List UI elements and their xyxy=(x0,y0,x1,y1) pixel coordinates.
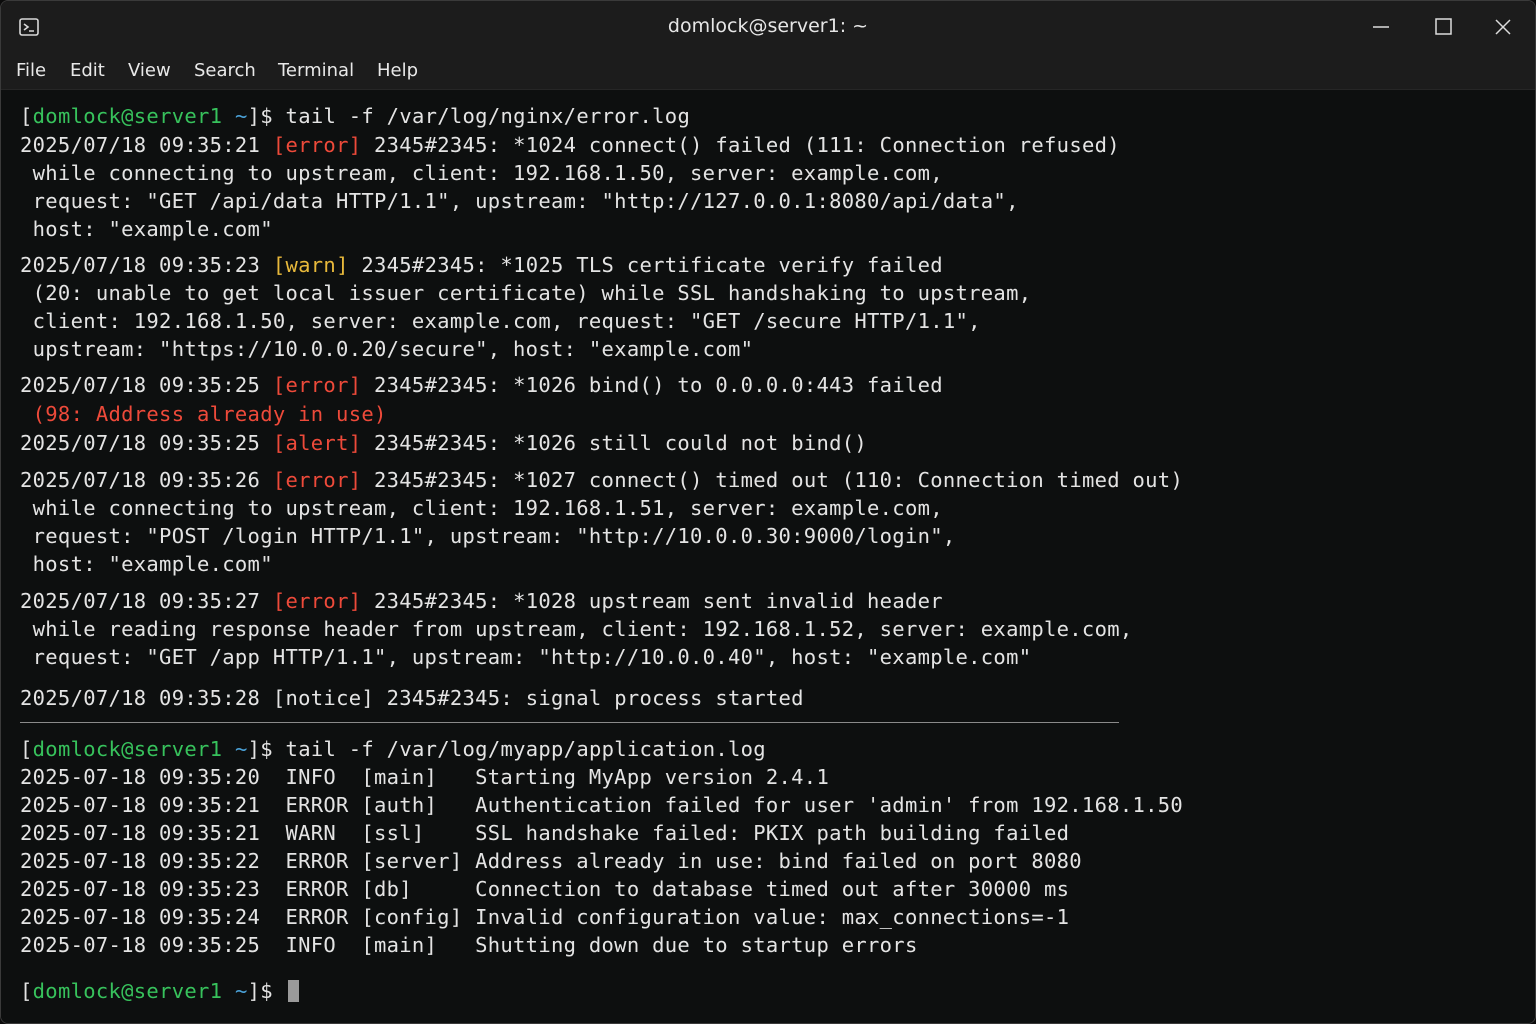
app-log-line: 2025-07-18 09:35:21 ERROR [auth] Authent… xyxy=(20,793,1184,817)
app-log-line: 2025-07-18 09:35:21 WARN [ssl] SSL hands… xyxy=(20,821,1070,845)
prompt-dir: ~ xyxy=(234,737,248,761)
app-log-line: 2025-07-18 09:35:22 ERROR [server] Addre… xyxy=(20,849,1082,873)
prompt-line-current[interactable]: [domlock@server1 ~]$ xyxy=(20,979,299,1003)
app-log-line: 2025-07-18 09:35:23 ERROR [db] Connectio… xyxy=(20,877,1070,901)
app-log-line: 2025-07-18 09:35:25 INFO [main] Shutting… xyxy=(20,933,918,957)
minimize-button[interactable] xyxy=(1361,11,1401,43)
close-button[interactable] xyxy=(1483,11,1523,43)
command-text: tail -f /var/log/myapp/application.log xyxy=(285,737,766,761)
maximize-button[interactable] xyxy=(1423,11,1463,43)
window-title: domlock@server1: ~ xyxy=(667,15,869,37)
app-log-line: 2025-07-18 09:35:20 INFO [main] Starting… xyxy=(20,765,830,789)
title-bar[interactable]: domlock@server1: ~ xyxy=(1,1,1535,53)
terminal-output-app: [domlock@server1 ~]$ tail -f /var/log/my… xyxy=(1,90,1535,1023)
terminal-window: domlock@server1: ~ File Edit View Search… xyxy=(0,0,1536,1024)
menu-edit[interactable]: Edit xyxy=(70,60,105,81)
app-log-line: 2025-07-18 09:35:24 ERROR [config] Inval… xyxy=(20,905,1070,929)
maximize-icon xyxy=(1435,18,1452,35)
menu-help[interactable]: Help xyxy=(377,60,418,81)
prompt-dir: ~ xyxy=(234,979,248,1003)
prompt-user-host: domlock@server1 xyxy=(32,737,223,761)
menu-bar: File Edit View Search Terminal Help xyxy=(1,53,1535,90)
menu-view[interactable]: View xyxy=(128,60,171,81)
prompt-line-app: [domlock@server1 ~]$ tail -f /var/log/my… xyxy=(20,737,766,761)
close-icon xyxy=(1495,19,1511,35)
menu-search[interactable]: Search xyxy=(194,60,256,81)
text-cursor xyxy=(287,980,299,1002)
menu-terminal[interactable]: Terminal xyxy=(278,60,354,81)
menu-file[interactable]: File xyxy=(16,60,46,81)
minimize-icon xyxy=(1373,26,1389,28)
prompt-user-host: domlock@server1 xyxy=(32,979,223,1003)
